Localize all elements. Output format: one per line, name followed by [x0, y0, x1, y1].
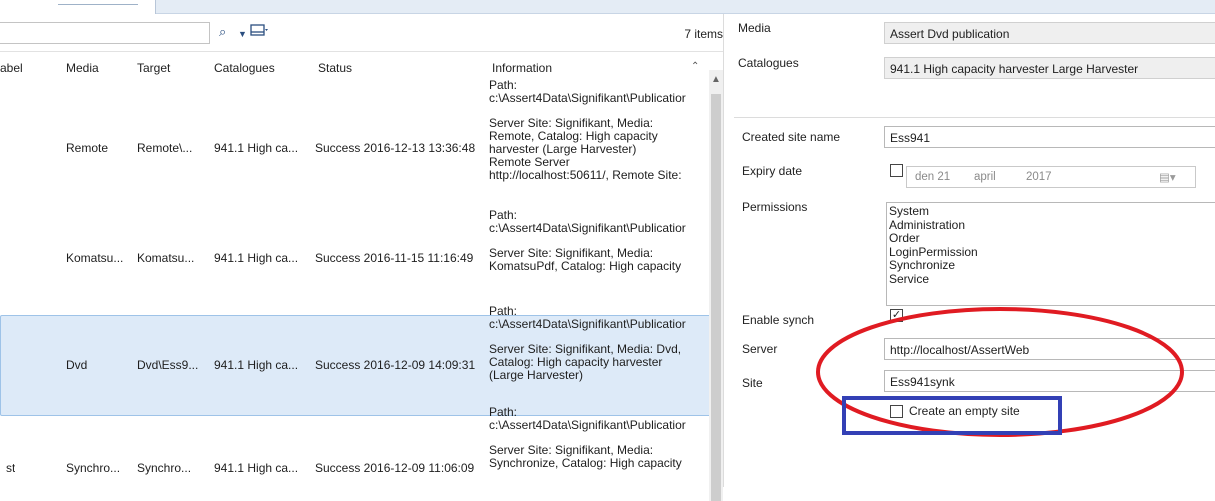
cell-status: Success 2016-11-15 11:16:49 — [315, 251, 474, 265]
chevron-down-icon[interactable]: ▼ — [238, 27, 247, 41]
cell-label: st — [6, 461, 16, 475]
permission-item[interactable]: Service — [889, 272, 1213, 287]
expiry-year: 2017 — [1026, 171, 1052, 183]
created-site-name-label: Created site name — [742, 130, 841, 144]
permission-item[interactable]: System — [889, 204, 1213, 219]
cell-information: Path: c:\Assert4Data\Signifikant\Publica… — [489, 406, 686, 471]
created-site-name-field[interactable]: Ess941 — [884, 126, 1215, 148]
cell-status: Success 2016-12-09 11:06:09 — [315, 461, 475, 475]
column-header-status[interactable]: Status — [318, 61, 352, 83]
expiry-date-picker[interactable]: den 21 april 2017 ▤▾ — [906, 166, 1196, 188]
catalogues-label: Catalogues — [738, 56, 799, 70]
publication-details-panel: Media Assert Dvd publication Catalogues … — [723, 14, 1215, 487]
column-header-catalogues[interactable]: Catalogues — [214, 61, 275, 83]
cell-target: Synchro... — [137, 461, 192, 475]
create-empty-site-checkbox[interactable] — [890, 405, 903, 418]
list-toolbar: ⌕ ▼ 7 items — [0, 14, 723, 52]
cell-media: Komatsu... — [66, 251, 124, 265]
cell-catalogues: 941.1 High ca... — [214, 461, 299, 475]
enable-synch-checkbox[interactable]: ✓ — [890, 309, 903, 322]
cell-catalogues: 941.1 High ca... — [214, 251, 299, 265]
server-field[interactable]: http://localhost/AssertWeb — [884, 338, 1215, 360]
column-header-label[interactable]: abel — [0, 61, 23, 83]
expiry-date-checkbox[interactable] — [890, 164, 903, 177]
server-label: Server — [742, 342, 778, 356]
media-field[interactable]: Assert Dvd publication — [884, 22, 1215, 44]
calendar-dropdown-icon[interactable]: ▤▾ — [1159, 170, 1176, 184]
cell-information: Path: c:\Assert4Data\Signifikant\Publica… — [489, 209, 686, 274]
cell-status: Success 2016-12-09 14:09:31 — [315, 358, 476, 372]
cell-information: Path: c:\Assert4Data\Signifikant\Publica… — [489, 305, 686, 382]
catalogues-field[interactable]: 941.1 High capacity harvester Large Harv… — [884, 57, 1215, 79]
search-icon[interactable]: ⌕ — [219, 25, 226, 39]
window-top-strip — [0, 0, 1215, 14]
expiry-month: april — [974, 171, 996, 183]
expiry-day: den 21 — [915, 171, 951, 183]
column-header-media[interactable]: Media — [66, 61, 99, 83]
publications-list-panel: ⌕ ▼ 7 items abel Media Target Catalogues… — [0, 14, 723, 501]
enable-synch-label: Enable synch — [742, 313, 815, 327]
vertical-scrollbar[interactable]: ▲ — [709, 70, 723, 501]
partial-tab[interactable] — [0, 0, 156, 14]
permissions-list[interactable]: System Administration Order LoginPermiss… — [886, 202, 1215, 306]
cell-target: Komatsu... — [137, 251, 195, 265]
permission-item[interactable]: Synchronize — [889, 258, 1213, 273]
cell-catalogues: 941.1 High ca... — [214, 141, 299, 155]
divider — [734, 117, 1215, 118]
view-options-icon[interactable] — [250, 23, 268, 40]
expiry-date-label: Expiry date — [742, 164, 803, 178]
cell-status: Success 2016-12-13 13:36:48 — [315, 141, 476, 155]
items-count: 7 items — [684, 27, 723, 41]
cell-media: Dvd — [66, 358, 88, 372]
permission-item[interactable]: LoginPermission — [889, 245, 1213, 260]
scroll-up-icon[interactable]: ▲ — [711, 74, 721, 85]
site-field[interactable]: Ess941synk — [884, 370, 1215, 392]
cell-media: Remote — [66, 141, 109, 155]
permission-item[interactable]: Order — [889, 231, 1213, 246]
cell-catalogues: 941.1 High ca... — [214, 358, 299, 372]
cell-target: Remote\... — [137, 141, 193, 155]
site-label: Site — [742, 376, 763, 390]
cell-information: Path: c:\Assert4Data\Signifikant\Publica… — [489, 79, 686, 182]
column-header-target[interactable]: Target — [137, 61, 170, 83]
media-label: Media — [738, 21, 771, 35]
create-empty-site-label[interactable]: Create an empty site — [909, 404, 1020, 418]
permission-item[interactable]: Administration — [889, 218, 1213, 233]
cell-target: Dvd\Ess9... — [137, 358, 199, 372]
permissions-label: Permissions — [742, 200, 808, 214]
scrollbar-thumb[interactable] — [711, 94, 721, 501]
cell-media: Synchro... — [66, 461, 121, 475]
search-input[interactable] — [0, 22, 210, 44]
